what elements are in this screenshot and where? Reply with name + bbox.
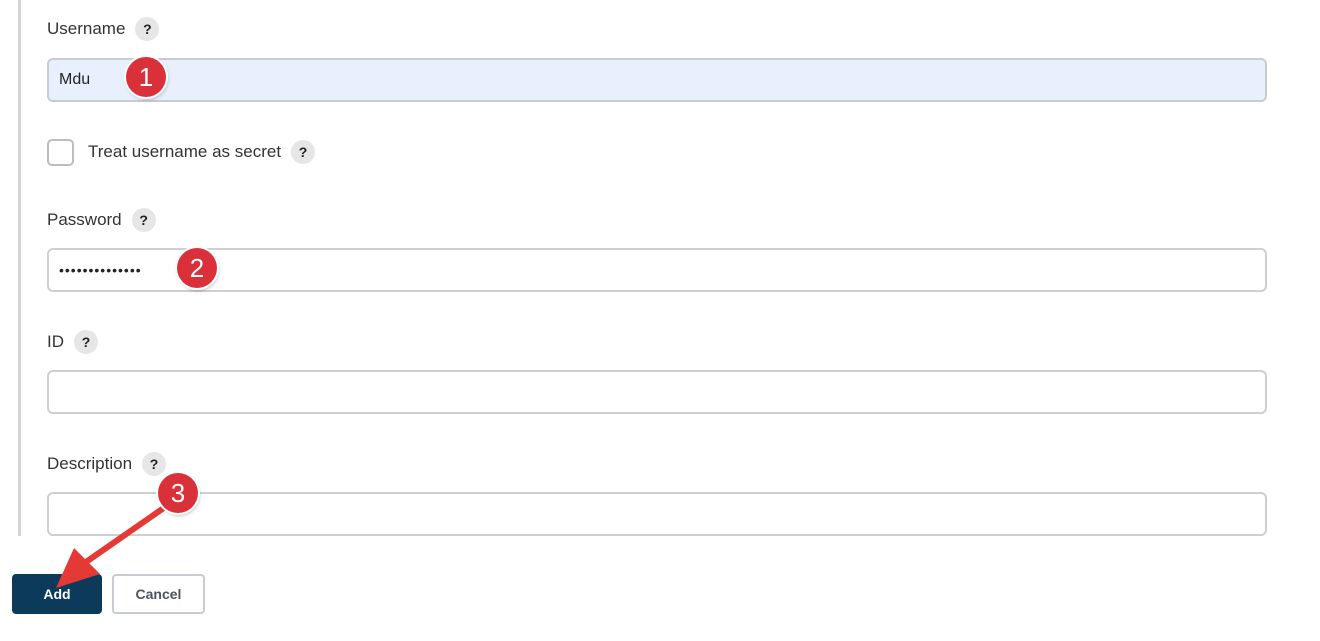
password-label-row: Password ? bbox=[47, 208, 156, 232]
treat-username-secret-checkbox[interactable] bbox=[47, 139, 74, 166]
password-help-icon[interactable]: ? bbox=[131, 208, 156, 232]
description-label: Description bbox=[47, 454, 133, 473]
step-3-badge: 3 bbox=[158, 473, 198, 513]
treat-secret-label-row: Treat username as secret ? bbox=[88, 140, 316, 164]
password-input[interactable] bbox=[47, 248, 1267, 292]
username-label: Username bbox=[47, 19, 126, 38]
username-input[interactable] bbox=[47, 58, 1267, 102]
treat-secret-help-icon[interactable]: ? bbox=[291, 140, 316, 164]
id-help-icon[interactable]: ? bbox=[74, 330, 98, 354]
description-label-row: Description ? bbox=[47, 452, 167, 476]
treat-secret-label: Treat username as secret bbox=[88, 142, 282, 161]
id-label-row: ID ? bbox=[47, 330, 98, 354]
username-help-icon[interactable]: ? bbox=[135, 17, 160, 41]
id-label: ID bbox=[47, 332, 64, 351]
cancel-button[interactable]: Cancel bbox=[112, 574, 205, 614]
step-1-badge: 1 bbox=[126, 57, 166, 97]
id-input[interactable] bbox=[47, 370, 1267, 414]
section-left-border bbox=[18, 0, 21, 536]
password-label: Password bbox=[47, 210, 122, 229]
username-label-row: Username ? bbox=[47, 17, 160, 41]
description-input[interactable] bbox=[47, 492, 1267, 536]
description-help-icon[interactable]: ? bbox=[142, 452, 167, 476]
step-2-badge: 2 bbox=[177, 248, 217, 288]
add-button[interactable]: Add bbox=[12, 574, 102, 614]
